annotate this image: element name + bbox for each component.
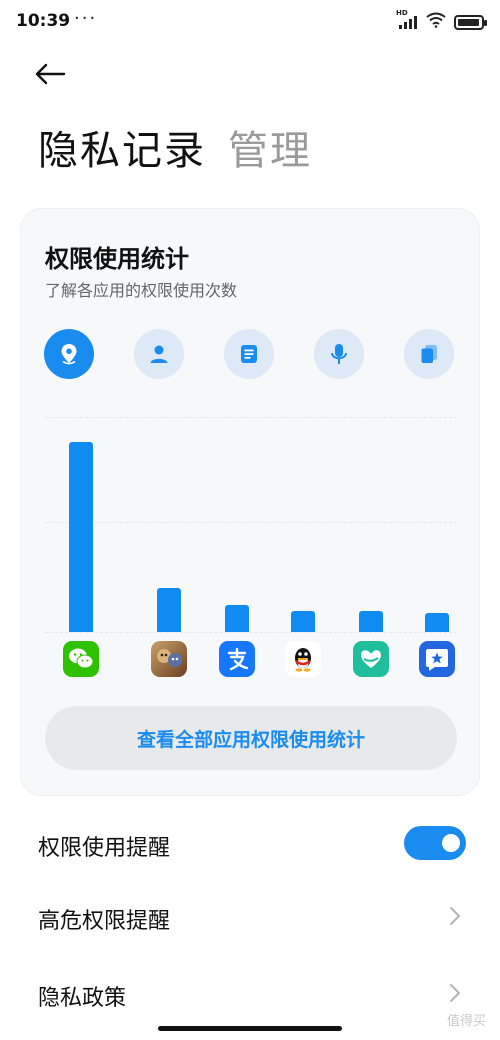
usage-reminder-toggle[interactable] <box>404 826 466 860</box>
toggle-knob <box>442 834 460 852</box>
microphone-icon <box>331 344 347 364</box>
wifi-icon <box>426 12 446 32</box>
card-title: 权限使用统计 <box>45 245 189 273</box>
network-type-label: HD <box>396 9 408 17</box>
bar-wechat <box>69 442 93 632</box>
bar-qq <box>291 611 315 632</box>
sms-icon <box>241 345 257 363</box>
tab-microphone[interactable] <box>314 329 364 379</box>
status-icons: HD <box>396 9 487 32</box>
high-risk-reminder-label: 高危权限提醒 <box>38 909 171 934</box>
title-row: 隐私记录 管理 <box>38 118 312 176</box>
privacy-policy-row[interactable]: 隐私政策 <box>0 964 500 1024</box>
gridline <box>45 417 457 418</box>
app-icons-row <box>45 641 457 681</box>
usage-bar-chart <box>45 407 457 633</box>
notification-dots: ··· <box>74 8 98 29</box>
qq-icon[interactable] <box>285 641 321 677</box>
tab-manage[interactable]: 管理 <box>228 118 312 176</box>
permission-tabs <box>44 329 456 381</box>
chevron-right-icon <box>450 984 460 1002</box>
star-app-icon[interactable] <box>419 641 455 677</box>
back-arrow-icon <box>35 63 66 85</box>
watermark: 值得买 <box>446 1014 486 1029</box>
chevron-right-icon <box>450 907 460 925</box>
bar-star-app <box>425 613 449 632</box>
bar-heart-app <box>359 611 383 632</box>
page-title: 隐私记录 <box>38 128 206 174</box>
card-subtitle: 了解各应用的权限使用次数 <box>45 281 238 300</box>
usage-reminder-row[interactable]: 权限使用提醒 <box>0 814 500 874</box>
back-button[interactable] <box>34 62 74 96</box>
gridline <box>45 522 457 523</box>
tab-contacts[interactable] <box>134 329 184 379</box>
baseline <box>45 632 457 633</box>
files-icon <box>421 345 437 363</box>
tab-location[interactable] <box>44 329 94 379</box>
wechat-icon[interactable] <box>63 641 99 677</box>
home-indicator[interactable] <box>158 1026 342 1031</box>
battery-icon <box>454 14 487 30</box>
tab-files[interactable] <box>404 329 454 379</box>
bar-alipay <box>225 605 249 632</box>
status-time: 10:39 <box>16 11 71 31</box>
usage-reminder-label: 权限使用提醒 <box>38 836 171 861</box>
location-icon <box>61 344 77 365</box>
status-bar: 10:39 ··· HD <box>0 0 500 44</box>
permission-stats-card: 权限使用统计 了解各应用的权限使用次数 查看全部应用权限使用统计 <box>20 208 480 796</box>
signal-icon: HD <box>396 9 418 29</box>
game-app-icon[interactable] <box>151 641 187 677</box>
alipay-icon[interactable] <box>219 641 255 677</box>
view-all-stats-button[interactable]: 查看全部应用权限使用统计 <box>45 706 457 770</box>
tab-sms[interactable] <box>224 329 274 379</box>
contacts-icon <box>150 345 168 363</box>
heart-app-icon[interactable] <box>353 641 389 677</box>
bar-game <box>157 588 181 632</box>
high-risk-reminder-row[interactable]: 高危权限提醒 <box>0 887 500 947</box>
privacy-policy-label: 隐私政策 <box>38 986 127 1011</box>
